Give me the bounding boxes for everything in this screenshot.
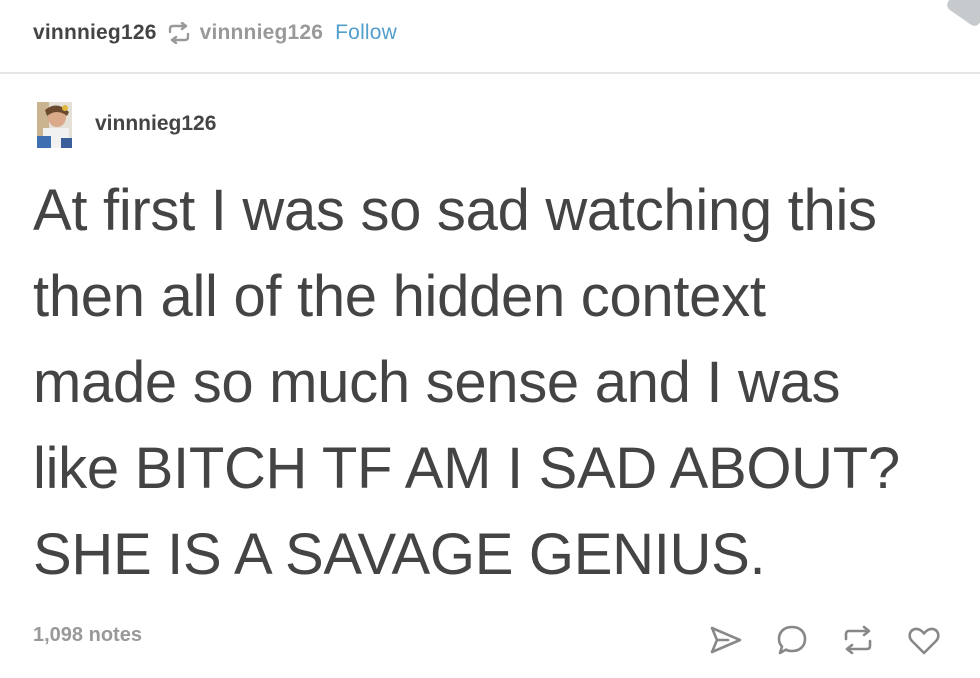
follow-button[interactable]: Follow xyxy=(335,21,397,45)
post-header: vinnnieg126 vinnnieg126 Follow xyxy=(0,0,980,74)
reblog-icon[interactable] xyxy=(840,622,876,658)
notes-count[interactable]: 1,098 notes xyxy=(33,624,142,647)
post-text: At first I was so sad watching this then… xyxy=(33,168,963,598)
post-text-line: then all of the hidden context xyxy=(33,264,766,329)
comment-icon[interactable] xyxy=(774,622,810,658)
post-author: vinnnieg126 xyxy=(37,102,216,148)
share-icon[interactable] xyxy=(708,622,744,658)
like-icon[interactable] xyxy=(906,622,942,658)
post-text-line: like BITCH TF AM I SAD ABOUT? xyxy=(33,436,900,501)
post-text-line: At first I was so sad watching this xyxy=(33,178,877,243)
author-name[interactable]: vinnnieg126 xyxy=(95,112,216,136)
reblog-attribution: vinnnieg126 vinnnieg126 Follow xyxy=(33,20,397,46)
reblog-icon xyxy=(167,21,191,45)
avatar[interactable] xyxy=(37,102,72,148)
post-text-line: made so much sense and I was xyxy=(33,350,841,415)
source-name[interactable]: vinnnieg126 xyxy=(200,21,324,45)
post-text-line: SHE IS A SAVAGE GENIUS. xyxy=(33,522,766,587)
corner-tab[interactable] xyxy=(944,0,980,29)
reblogger-name[interactable]: vinnnieg126 xyxy=(33,21,157,45)
post-actions xyxy=(708,622,948,662)
